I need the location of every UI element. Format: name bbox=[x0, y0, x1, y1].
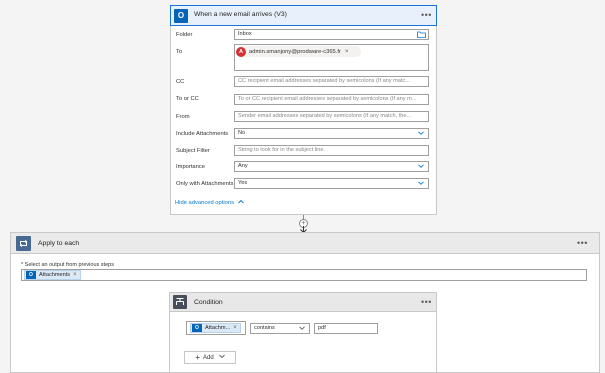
attachments-token[interactable]: O Attachments × bbox=[24, 270, 81, 280]
condition-operator-value: contains bbox=[254, 325, 275, 331]
apply-to-each-menu-icon[interactable]: ••• bbox=[577, 239, 588, 248]
importance-label: Importance bbox=[176, 164, 205, 170]
chevron-down-icon bbox=[218, 354, 225, 361]
remove-recipient-icon[interactable]: × bbox=[345, 48, 349, 55]
folder-field[interactable]: Inbox bbox=[234, 29, 429, 40]
condition-title: Condition bbox=[194, 299, 223, 306]
hide-advanced-options-label: Hide advanced options bbox=[175, 200, 234, 207]
condition-value: pdf bbox=[318, 325, 326, 331]
remove-token-icon[interactable]: × bbox=[73, 272, 77, 278]
importance-value: Any bbox=[238, 163, 248, 169]
hide-advanced-options-link[interactable]: Hide advanced options bbox=[175, 199, 244, 206]
condition-menu-icon[interactable]: ••• bbox=[421, 298, 432, 307]
remove-token-icon[interactable]: × bbox=[233, 325, 237, 331]
add-button[interactable]: + Add bbox=[184, 351, 236, 364]
attachments-token-label: Attachments bbox=[39, 272, 71, 278]
attachments-token[interactable]: O Attachm... × bbox=[190, 323, 241, 333]
outlook-icon: O bbox=[26, 271, 36, 279]
include-attachments-value: No bbox=[238, 130, 246, 136]
chevron-down-icon bbox=[418, 163, 424, 169]
cc-label: CC bbox=[176, 79, 185, 85]
chevron-down-icon bbox=[418, 130, 424, 136]
cc-field[interactable]: CC recipient email addresses separated b… bbox=[234, 76, 429, 87]
folder-label: Folder bbox=[176, 32, 193, 38]
only-with-attachments-value: Yes bbox=[238, 180, 248, 186]
folder-picker-icon[interactable] bbox=[417, 31, 426, 38]
only-with-attachments-dropdown[interactable]: Yes bbox=[234, 178, 429, 189]
loop-icon bbox=[16, 236, 31, 251]
apply-to-each-header[interactable] bbox=[10, 232, 600, 254]
condition-icon bbox=[173, 295, 187, 309]
trigger-title: When a new email arrives (V3) bbox=[194, 11, 287, 18]
recipient-avatar: A bbox=[236, 46, 246, 57]
plus-icon: + bbox=[195, 352, 200, 362]
folder-value: Inbox bbox=[238, 31, 252, 37]
subject-filter-field[interactable]: String to look for in the subject line. bbox=[234, 145, 429, 156]
select-output-field[interactable] bbox=[21, 269, 587, 281]
apply-to-each-title: Apply to each bbox=[38, 240, 80, 247]
chevron-down-icon bbox=[418, 180, 424, 186]
chevron-up-icon bbox=[237, 199, 244, 206]
condition-value-field[interactable]: pdf bbox=[314, 323, 378, 334]
subject-filter-label: Subject Filter bbox=[176, 148, 210, 154]
to-label: To bbox=[176, 49, 183, 55]
to-or-cc-field[interactable]: To or CC recipient email addresses separ… bbox=[234, 94, 429, 105]
chevron-down-icon bbox=[299, 325, 305, 331]
outlook-icon: O bbox=[192, 324, 202, 332]
trigger-menu-icon[interactable]: ••• bbox=[421, 11, 432, 20]
outlook-icon: O bbox=[174, 9, 188, 23]
condition-operator-dropdown[interactable]: contains bbox=[250, 323, 310, 334]
select-output-label: * Select an output from previous steps bbox=[21, 262, 114, 268]
include-attachments-dropdown[interactable]: No bbox=[234, 128, 429, 139]
from-label: From bbox=[176, 114, 190, 120]
recipient-email: admin.smanjony@prodware-c365.fr bbox=[249, 48, 341, 55]
include-attachments-label: Include Attachments bbox=[176, 131, 229, 137]
condition-token-label: Attachm... bbox=[205, 325, 231, 331]
to-or-cc-label: To or CC bbox=[176, 96, 199, 102]
recipient-token[interactable]: A admin.smanjony@prodware-c365.fr × bbox=[236, 46, 361, 57]
from-field[interactable]: Sender email addresses separated by semi… bbox=[234, 111, 429, 122]
only-with-attachments-label: Only with Attachments bbox=[176, 181, 234, 187]
add-button-label: Add bbox=[202, 354, 214, 361]
importance-dropdown[interactable]: Any bbox=[234, 161, 429, 172]
